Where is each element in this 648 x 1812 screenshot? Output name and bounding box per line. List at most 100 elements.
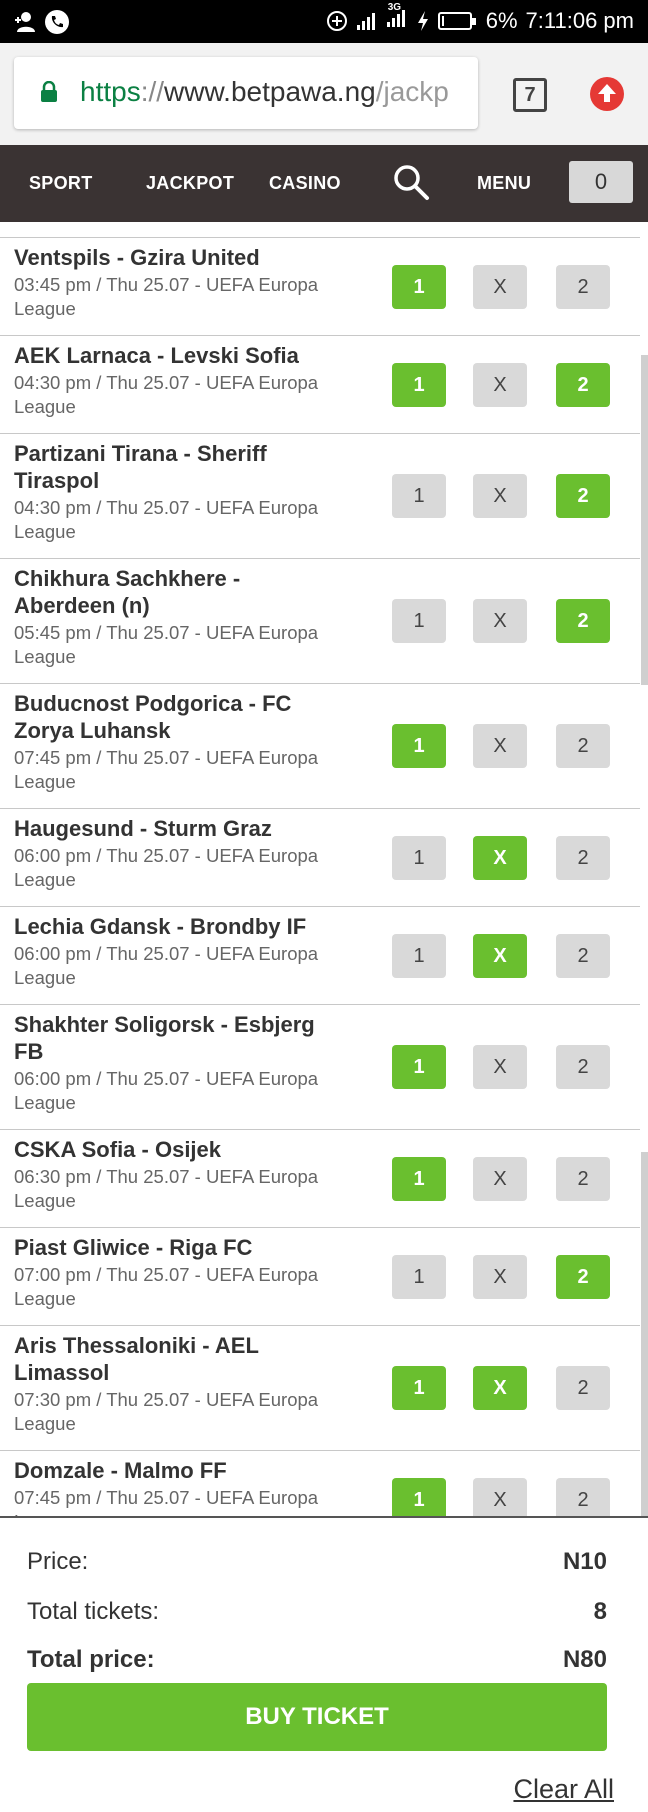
betslip-count-button[interactable]: 0 [569, 161, 633, 203]
match-title: Piast Gliwice - Riga FC [14, 1235, 253, 1260]
pick-away-button[interactable]: 2 [556, 1478, 610, 1516]
pick-home-button[interactable]: 1 [392, 1157, 446, 1201]
row-separator [0, 222, 640, 238]
clear-all-link[interactable]: Clear All [513, 1774, 614, 1805]
nav-menu[interactable]: MENU [477, 173, 531, 194]
pick-home-button[interactable]: 1 [392, 599, 446, 643]
match-meta: 07:30 pm / Thu 25.07 - UEFA Europa Leagu… [14, 1389, 319, 1434]
match-meta: 06:00 pm / Thu 25.07 - UEFA Europa Leagu… [14, 943, 319, 988]
pick-away-button[interactable]: 2 [556, 934, 610, 978]
pick-draw-button[interactable]: X [473, 836, 527, 880]
pick-draw-button[interactable]: X [473, 1366, 527, 1410]
pick-away-button[interactable]: 2 [556, 1045, 610, 1089]
ticket-summary: Price: N10 Total tickets: 8 Total price:… [0, 1516, 648, 1812]
match-meta: 03:45 pm / Thu 25.07 - UEFA Europa Leagu… [14, 274, 319, 319]
match-row: Domzale - Malmo FF 07:45 pm / Thu 25.07 -… [0, 1451, 640, 1516]
pick-draw-button[interactable]: X [473, 599, 527, 643]
scrollbar-thumb-lower[interactable] [641, 1152, 648, 1550]
pick-away-button[interactable]: 2 [556, 363, 610, 407]
signal-icon [356, 13, 375, 30]
data-saver-icon [326, 11, 347, 31]
match-meta: 06:30 pm / Thu 25.07 - UEFA Europa Leagu… [14, 1166, 319, 1211]
phone-call-icon [45, 10, 69, 34]
pick-away-button[interactable]: 2 [556, 474, 610, 518]
match-row: CSKA Sofia - Osijek 06:30 pm / Thu 25.07 … [0, 1130, 640, 1228]
scrollbar-thumb[interactable] [641, 355, 648, 685]
status-bar: 3G 6% 7:11:06 pm [0, 0, 648, 43]
total-label: Total price: [27, 1646, 155, 1673]
pick-away-button[interactable]: 2 [556, 599, 610, 643]
match-row: Shakhter Soligorsk - Esbjerg FB 06:00 pm … [0, 1005, 640, 1130]
pick-home-button[interactable]: 1 [392, 934, 446, 978]
match-list: Ventspils - Gzira United 03:45 pm / Thu 2… [0, 222, 640, 1516]
pick-draw-button[interactable]: X [473, 1045, 527, 1089]
match-title: Shakhter Soligorsk - Esbjerg FB [14, 1012, 315, 1064]
match-row: Buducnost Podgorica - FC Zorya Luhansk 07… [0, 684, 640, 809]
pick-draw-button[interactable]: X [473, 1478, 527, 1516]
match-meta: 07:45 pm / Thu 25.07 - UEFA Europa Leagu… [14, 1487, 319, 1516]
pick-away-button[interactable]: 2 [556, 836, 610, 880]
match-row: Aris Thessaloniki - AEL Limassol 07:30 pm… [0, 1326, 640, 1451]
pick-draw-button[interactable]: X [473, 1255, 527, 1299]
tickets-row: Total tickets: 8 [27, 1598, 607, 1626]
pick-draw-button[interactable]: X [473, 724, 527, 768]
pick-home-button[interactable]: 1 [392, 724, 446, 768]
pick-away-button[interactable]: 2 [556, 1157, 610, 1201]
match-meta: 05:45 pm / Thu 25.07 - UEFA Europa Leagu… [14, 622, 319, 667]
tickets-label: Total tickets: [27, 1598, 160, 1625]
url-path: /jackp [375, 76, 449, 107]
total-value: N80 [562, 1646, 607, 1673]
pick-home-button[interactable]: 1 [392, 363, 446, 407]
charging-icon [417, 11, 428, 31]
pick-home-button[interactable]: 1 [392, 1255, 446, 1299]
match-row: Piast Gliwice - Riga FC 07:00 pm / Thu 25… [0, 1228, 640, 1326]
match-meta: 07:00 pm / Thu 25.07 - UEFA Europa Leagu… [14, 1264, 319, 1309]
pick-away-button[interactable]: 2 [556, 1366, 610, 1410]
arrow-up-icon [598, 84, 616, 102]
pick-draw-button[interactable]: X [473, 363, 527, 407]
url-host: www.betpawa.ng [164, 76, 376, 107]
pick-draw-button[interactable]: X [473, 265, 527, 309]
pick-away-button[interactable]: 2 [556, 724, 610, 768]
update-available-icon[interactable] [590, 77, 624, 111]
tab-switcher-button[interactable]: 7 [513, 78, 547, 112]
add-contact-icon [15, 12, 35, 32]
match-meta: 06:00 pm / Thu 25.07 - UEFA Europa Leagu… [14, 845, 319, 890]
pick-home-button[interactable]: 1 [392, 265, 446, 309]
match-title: Partizani Tirana - Sheriff Tiraspol [14, 441, 267, 493]
match-title: Aris Thessaloniki - AEL Limassol [14, 1333, 259, 1385]
status-right: 3G 6% 7:11:06 pm [326, 2, 634, 34]
match-title: Domzale - Malmo FF [14, 1458, 227, 1483]
price-label: Price: [27, 1548, 89, 1575]
nav-jackpot[interactable]: JACKPOT [146, 173, 234, 194]
pick-away-button[interactable]: 2 [556, 265, 610, 309]
pick-draw-button[interactable]: X [473, 1157, 527, 1201]
battery-icon [437, 12, 476, 30]
search-icon[interactable] [392, 163, 430, 201]
pick-draw-button[interactable]: X [473, 934, 527, 978]
match-row: Ventspils - Gzira United 03:45 pm / Thu 2… [0, 238, 640, 336]
network-label: 3G [387, 2, 402, 13]
pick-home-button[interactable]: 1 [392, 836, 446, 880]
lock-icon [41, 81, 57, 102]
nav-sport[interactable]: SPORT [29, 173, 93, 194]
pick-home-button[interactable]: 1 [392, 474, 446, 518]
address-bar[interactable]: https://www.betpawa.ng/jackp [14, 57, 478, 129]
match-title: Haugesund - Sturm Graz [14, 816, 272, 841]
status-left-icons [14, 9, 70, 35]
pick-away-button[interactable]: 2 [556, 1255, 610, 1299]
pick-home-button[interactable]: 1 [392, 1478, 446, 1516]
pick-home-button[interactable]: 1 [392, 1366, 446, 1410]
buy-ticket-button[interactable]: BUY TICKET [27, 1683, 607, 1751]
match-title: AEK Larnaca - Levski Sofia [14, 343, 299, 368]
pick-home-button[interactable]: 1 [392, 1045, 446, 1089]
pick-draw-button[interactable]: X [473, 474, 527, 518]
url-scheme: https [80, 76, 141, 107]
battery-percent: 6% [485, 8, 518, 33]
nav-casino[interactable]: CASINO [269, 173, 341, 194]
total-row: Total price: N80 [27, 1646, 607, 1674]
url-text: https://www.betpawa.ng/jackp [80, 76, 449, 108]
match-row: Partizani Tirana - Sheriff Tiraspol 04:30… [0, 434, 640, 559]
match-title: Lechia Gdansk - Brondby IF [14, 914, 307, 939]
price-row: Price: N10 [27, 1548, 607, 1576]
